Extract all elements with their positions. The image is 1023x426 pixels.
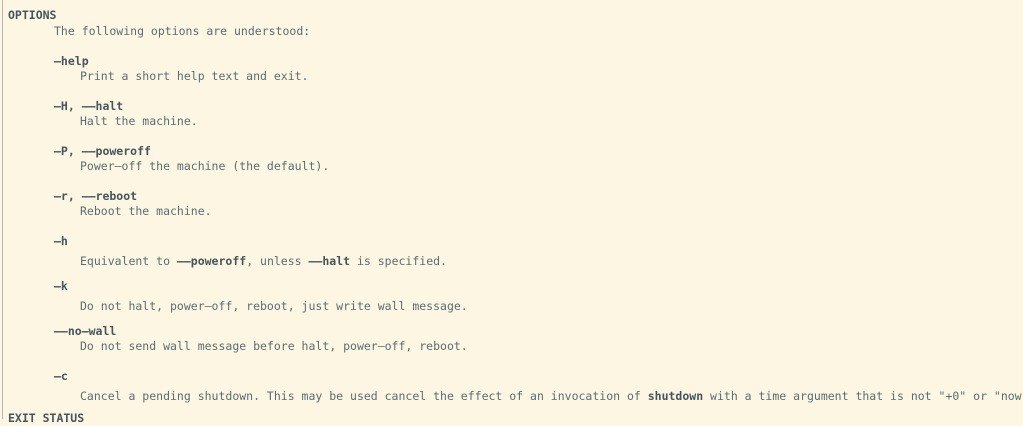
option-description: Power—off the machine (the default). [80, 159, 330, 173]
bold-term: shutdown [647, 389, 704, 403]
option-description: Equivalent to ——poweroff, unless ——halt … [80, 254, 447, 268]
option-c: —c Cancel a pending shutdown. This may b… [54, 369, 1023, 404]
option-reboot: —r, ——reboot Reboot the machine. [54, 189, 1014, 219]
option-description: Do not send wall message before halt, po… [80, 339, 468, 353]
option-description: Halt the machine. [80, 114, 198, 128]
option-name: —H, ——halt [54, 99, 124, 113]
option-poweroff: —P, ——poweroff Power—off the machine (th… [54, 144, 1014, 174]
option-name: —c [54, 369, 68, 383]
option-k: —k Do not halt, power—off, reboot, just … [54, 279, 1014, 314]
section-heading-options: OPTIONS [8, 8, 57, 22]
section-intro: The following options are understood: [54, 24, 311, 38]
option-name: —r, ——reboot [54, 189, 138, 203]
option-name: —help [54, 54, 89, 68]
option-name: —h [54, 234, 68, 248]
option-name: ——no—wall [54, 324, 117, 338]
option-description: Cancel a pending shutdown. This may be u… [80, 389, 1023, 403]
option-halt: —H, ——halt Halt the machine. [54, 99, 1014, 129]
option-no-wall: ——no—wall Do not send wall message befor… [54, 324, 1014, 354]
option-description: Print a short help text and exit. [80, 69, 309, 83]
option-description: Reboot the machine. [80, 204, 212, 218]
option-description: Do not halt, power—off, reboot, just wri… [80, 299, 468, 313]
option-name: —P, ——poweroff [54, 144, 151, 158]
option-name: —k [54, 279, 68, 293]
option-help: —help Print a short help text and exit. [54, 54, 1014, 84]
option-h: —h Equivalent to ——poweroff, unless ——ha… [54, 234, 1014, 269]
bold-term: ——halt [308, 254, 351, 268]
man-page-content: OPTIONS The following options are unders… [0, 0, 1023, 425]
bold-term: ——poweroff [176, 254, 247, 268]
